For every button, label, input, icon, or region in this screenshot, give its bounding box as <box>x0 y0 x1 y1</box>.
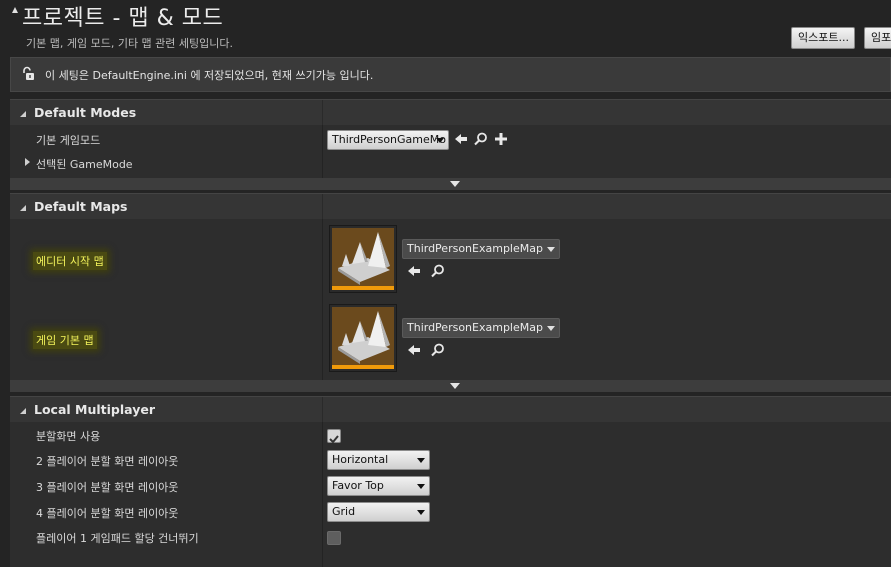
use-splitscreen-label: 분할화면 사용 <box>36 430 101 443</box>
browse-search-icon[interactable] <box>473 131 489 147</box>
default-modes-body <box>10 125 891 178</box>
skip-gamepad-label: 플레이어 1 게임패드 할당 건너뛰기 <box>36 532 199 545</box>
add-plus-icon[interactable] <box>493 131 509 147</box>
two-player-layout-value: Horizontal <box>332 453 389 466</box>
map-thumbnail[interactable] <box>329 304 397 372</box>
two-player-layout-combo[interactable]: Horizontal <box>327 450 430 470</box>
three-player-layout-value: Favor Top <box>332 479 384 492</box>
use-splitscreen-checkbox[interactable] <box>327 429 341 444</box>
two-player-layout-label: 2 플레이어 분할 화면 레이아웃 <box>36 455 179 468</box>
game-default-map-value: ThirdPersonExampleMap <box>407 321 543 334</box>
dropdown-caret-icon <box>417 510 425 515</box>
game-default-map-label: 게임 기본 맵 <box>33 331 97 349</box>
dropdown-caret-icon <box>547 326 555 331</box>
advanced-expander[interactable] <box>10 178 891 190</box>
four-player-layout-label: 4 플레이어 분할 화면 레이아웃 <box>36 507 179 520</box>
column-divider <box>322 100 323 125</box>
page-title: 프로젝트 - 맵 & 모드 <box>22 6 224 31</box>
use-selected-arrow-icon[interactable] <box>453 131 469 147</box>
four-player-layout-combo[interactable]: Grid <box>327 502 430 522</box>
dropdown-caret-icon <box>547 247 555 252</box>
expand-arrow-icon[interactable] <box>25 158 30 166</box>
column-divider <box>322 219 323 380</box>
checkmark-icon <box>329 435 339 444</box>
section-title: Default Modes <box>34 105 137 120</box>
map-thumbnail-image <box>332 307 394 365</box>
unlock-icon <box>23 66 34 80</box>
chevron-down-icon <box>450 383 460 389</box>
map-thumbnail-image <box>332 228 394 286</box>
editor-startup-map-combo[interactable]: ThirdPersonExampleMap <box>402 239 560 259</box>
chevron-down-icon <box>450 181 460 187</box>
skip-gamepad-checkbox[interactable] <box>327 531 341 545</box>
three-player-layout-combo[interactable]: Favor Top <box>327 476 430 496</box>
collapse-arrow-icon <box>20 205 26 211</box>
column-divider <box>322 422 323 567</box>
collapse-arrow-icon <box>20 408 26 414</box>
page-subtitle: 기본 맵, 게임 모드, 기타 맵 관련 세팅입니다. <box>26 37 234 50</box>
default-gamemode-label: 기본 게임모드 <box>36 134 101 147</box>
use-selected-arrow-icon[interactable] <box>406 342 422 358</box>
dropdown-caret-icon <box>436 138 444 143</box>
column-divider <box>322 194 323 219</box>
column-divider <box>322 125 323 178</box>
editor-startup-map-value: ThirdPersonExampleMap <box>407 242 543 255</box>
section-header-default-maps[interactable]: Default Maps <box>10 193 891 219</box>
column-divider <box>322 397 323 422</box>
map-thumbnail-bar <box>332 286 394 290</box>
map-thumbnail-bar <box>332 365 394 369</box>
dropdown-caret-icon <box>417 484 425 489</box>
title-collapse-arrow-icon[interactable] <box>12 7 18 13</box>
config-info-text: 이 세팅은 DefaultEngine.ini 에 저장되었으며, 현재 쓰기가… <box>45 69 374 82</box>
dropdown-caret-icon <box>417 458 425 463</box>
selected-gamemode-label[interactable]: 선택된 GameMode <box>36 156 133 172</box>
default-gamemode-value: ThirdPersonGameMo <box>332 133 446 146</box>
game-default-map-combo[interactable]: ThirdPersonExampleMap <box>402 318 560 338</box>
browse-search-icon[interactable] <box>430 342 446 358</box>
editor-startup-map-label: 에디터 시작 맵 <box>33 252 107 270</box>
three-player-layout-label: 3 플레이어 분할 화면 레이아웃 <box>36 481 179 494</box>
browse-search-icon[interactable] <box>430 263 446 279</box>
section-title: Default Maps <box>34 199 128 214</box>
collapse-arrow-icon <box>20 111 26 117</box>
advanced-expander[interactable] <box>10 380 891 392</box>
default-gamemode-combo[interactable]: ThirdPersonGameMo <box>327 130 449 150</box>
section-header-default-modes[interactable]: Default Modes <box>10 99 891 125</box>
import-button[interactable]: 임포트... <box>864 27 891 49</box>
four-player-layout-value: Grid <box>332 505 356 518</box>
export-button[interactable]: 익스포트... <box>791 27 855 49</box>
map-thumbnail[interactable] <box>329 225 397 293</box>
section-header-local-multiplayer[interactable]: Local Multiplayer <box>10 396 891 422</box>
use-selected-arrow-icon[interactable] <box>406 263 422 279</box>
section-title: Local Multiplayer <box>34 402 155 417</box>
